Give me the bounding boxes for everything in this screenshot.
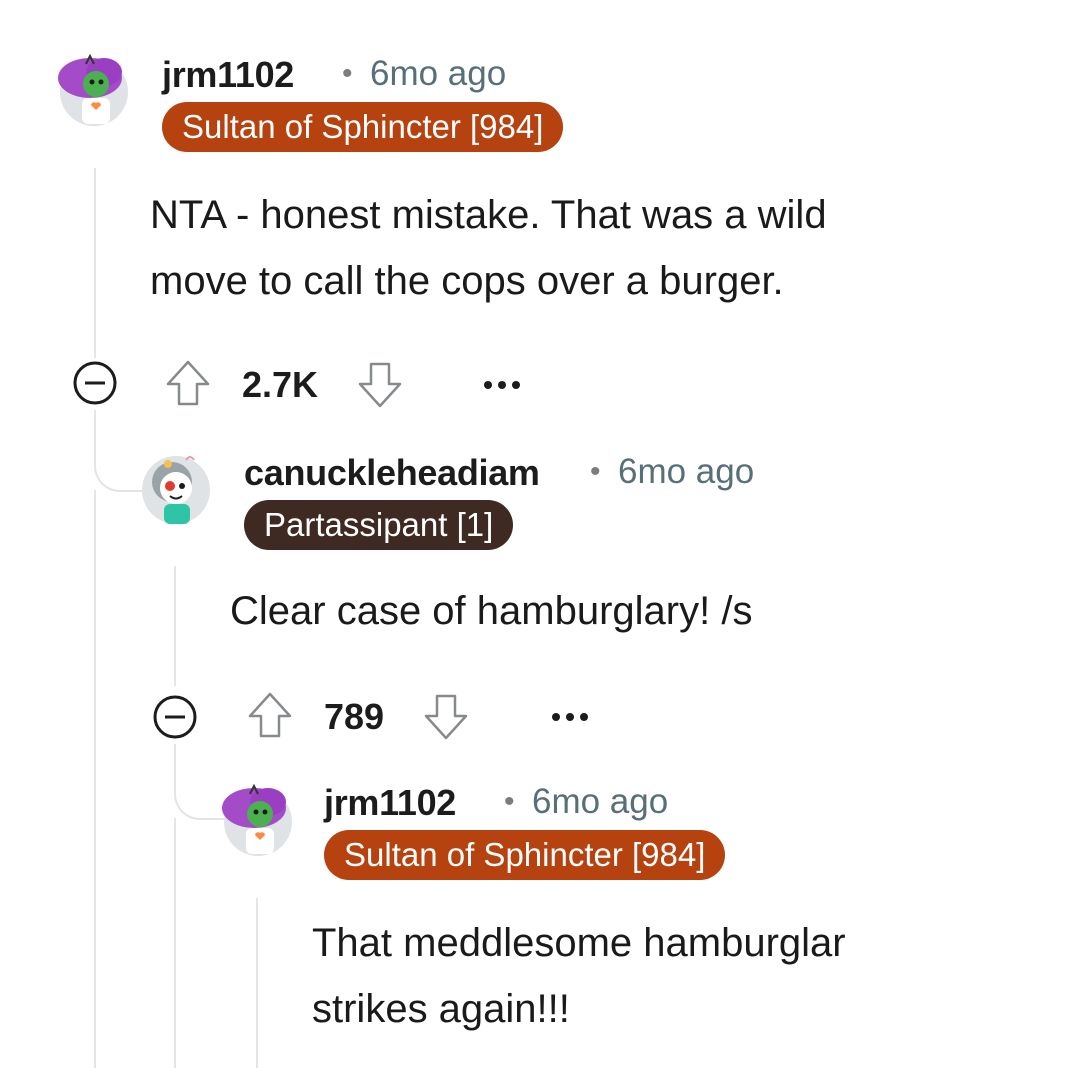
avatar-jrm1102-reply[interactable] bbox=[220, 782, 296, 858]
comment-3-body-line-2: strikes again!!! bbox=[312, 987, 570, 1031]
avatar-canuckleheadiam-image bbox=[142, 456, 210, 524]
comment-3-flair: Sultan of Sphincter [984] bbox=[324, 830, 726, 880]
thread-line-level-3 bbox=[256, 898, 258, 1068]
comment-2-more-button[interactable] bbox=[550, 710, 590, 722]
avatar-jrm1102-image bbox=[58, 53, 128, 126]
comment-2-username[interactable]: canuckleheadiam bbox=[244, 452, 540, 494]
comment-2-separator: • bbox=[590, 455, 601, 488]
comment-1-username[interactable]: jrm1102 bbox=[162, 54, 294, 96]
comment-1-separator: • bbox=[342, 57, 353, 90]
minus-circle-icon bbox=[73, 361, 117, 405]
comment-2-downvote-button[interactable] bbox=[422, 692, 470, 742]
minus-circle-icon bbox=[153, 695, 197, 739]
arrow-down-outline-icon bbox=[358, 362, 402, 408]
comment-3-username[interactable]: jrm1102 bbox=[324, 782, 456, 824]
comment-3-timestamp: 6mo ago bbox=[532, 782, 669, 821]
avatar-jrm1102-reply-image bbox=[222, 783, 292, 856]
arrow-up-outline-icon bbox=[248, 692, 292, 738]
comment-2-body-line-1: Clear case of hamburglary! /s bbox=[230, 589, 753, 633]
comment-1-flair: Sultan of Sphincter [984] bbox=[162, 102, 564, 152]
thread-line-level-2 bbox=[174, 566, 176, 686]
thread-line-level-2b bbox=[174, 818, 176, 1068]
thread-line-level-1b bbox=[94, 490, 96, 1068]
comment-2-collapse-button[interactable] bbox=[152, 694, 198, 740]
comment-3-body-line-1: That meddlesome hamburglar bbox=[312, 921, 846, 965]
comment-1-body-line-1: NTA - honest mistake. That was a wild bbox=[150, 193, 827, 237]
comment-1-body-line-2: move to call the cops over a burger. bbox=[150, 259, 784, 303]
ellipsis-icon bbox=[484, 381, 520, 389]
comment-2-timestamp: 6mo ago bbox=[618, 452, 755, 491]
comment-1-upvote-button[interactable] bbox=[164, 358, 212, 408]
ellipsis-icon bbox=[552, 713, 588, 721]
comment-2-score: 789 bbox=[324, 696, 385, 737]
thread-line-level-1 bbox=[94, 168, 96, 358]
comment-1-collapse-button[interactable] bbox=[72, 360, 118, 406]
comment-1-score: 2.7K bbox=[242, 364, 319, 405]
comment-2-upvote-button[interactable] bbox=[246, 690, 294, 740]
arrow-up-outline-icon bbox=[166, 360, 210, 406]
thread-elbow-level-2 bbox=[174, 744, 226, 820]
comment-1-timestamp: 6mo ago bbox=[370, 54, 507, 93]
comment-1-more-button[interactable] bbox=[482, 378, 522, 390]
comment-2-flair: Partassipant [1] bbox=[244, 500, 514, 550]
comment-1-downvote-button[interactable] bbox=[356, 360, 404, 410]
arrow-down-outline-icon bbox=[424, 694, 468, 740]
avatar-canuckleheadiam[interactable] bbox=[138, 450, 214, 526]
avatar-jrm1102[interactable] bbox=[56, 52, 132, 128]
comment-3-separator: • bbox=[504, 785, 515, 818]
